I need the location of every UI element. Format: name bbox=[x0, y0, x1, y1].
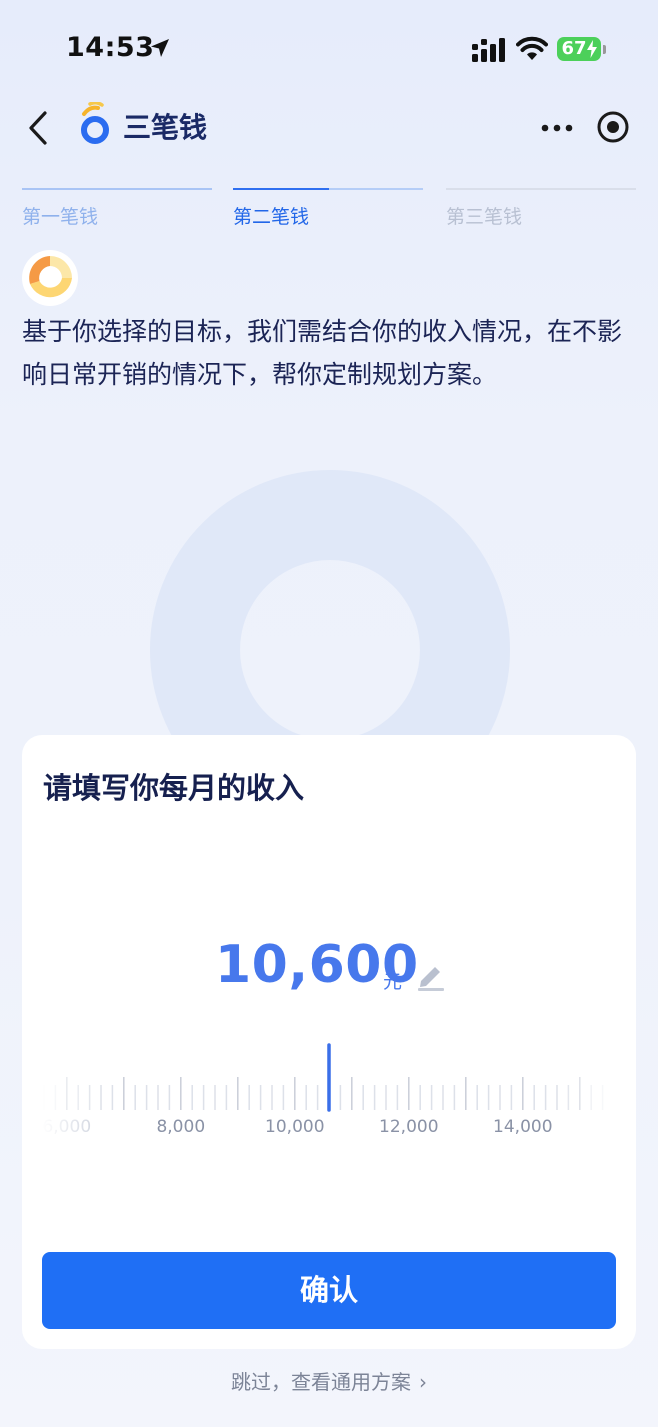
page-title: 三笔钱 bbox=[123, 111, 208, 144]
step-1-label: 第一笔钱 bbox=[22, 206, 99, 228]
status-time: 14:53 bbox=[66, 32, 155, 63]
income-card: 请填写你每月的收入 10,600 元 6,0008,00010,00012,00… bbox=[22, 735, 636, 1349]
card-title: 请填写你每月的收入 bbox=[43, 771, 305, 805]
ruler-fade-right bbox=[556, 1035, 616, 1145]
chevron-right-icon: › bbox=[419, 1370, 427, 1394]
more-icon[interactable] bbox=[540, 116, 574, 140]
ruler-tick-label: 12,000 bbox=[379, 1117, 439, 1137]
step-1[interactable]: 第一笔钱 bbox=[22, 188, 212, 232]
ruler-tick-label: 10,000 bbox=[265, 1117, 325, 1137]
confirm-button[interactable]: 确认 bbox=[42, 1252, 616, 1329]
ruler-tick-label: 14,000 bbox=[493, 1117, 553, 1137]
back-icon[interactable] bbox=[26, 110, 52, 146]
skip-link[interactable]: 跳过，查看通用方案 › bbox=[0, 1366, 658, 1395]
wifi-icon bbox=[516, 36, 548, 60]
edit-pencil-icon[interactable] bbox=[416, 959, 446, 991]
step-1-line bbox=[22, 188, 212, 190]
battery-icon: 67 bbox=[557, 37, 601, 61]
location-arrow-icon bbox=[151, 39, 169, 57]
ruler-fade-left bbox=[42, 1035, 102, 1145]
amount-display: 10,600 元 bbox=[22, 935, 636, 1005]
skip-label: 跳过，查看通用方案 bbox=[231, 1370, 411, 1394]
logo-icon bbox=[81, 102, 109, 144]
assistant-avatar-icon bbox=[22, 250, 78, 306]
step-3[interactable]: 第三笔钱 bbox=[446, 188, 636, 232]
nav-bar: 三笔钱 bbox=[0, 96, 658, 160]
step-3-line bbox=[446, 188, 636, 190]
target-icon[interactable] bbox=[596, 110, 630, 144]
intro-text: 基于你选择的目标，我们需结合你的收入情况，在不影响日常开销的情况下，帮你定制规划… bbox=[22, 317, 623, 389]
step-2-label: 第二笔钱 bbox=[233, 206, 310, 228]
charging-bolt-icon bbox=[587, 40, 597, 58]
amount-unit: 元 bbox=[383, 971, 403, 993]
battery-level: 67 bbox=[561, 38, 587, 59]
signal-icon bbox=[472, 38, 505, 62]
status-bar: 14:53 67 bbox=[0, 0, 658, 96]
step-indicator: 第一笔钱 第二笔钱 第三笔钱 bbox=[22, 188, 638, 232]
step-2-line bbox=[233, 188, 423, 190]
battery-cap bbox=[603, 45, 606, 54]
step-3-label: 第三笔钱 bbox=[446, 206, 523, 228]
ruler-tick-label: 8,000 bbox=[156, 1117, 206, 1137]
step-2[interactable]: 第二笔钱 bbox=[233, 188, 423, 232]
income-ruler-slider[interactable]: 6,0008,00010,00012,00014,000 bbox=[42, 1035, 616, 1145]
